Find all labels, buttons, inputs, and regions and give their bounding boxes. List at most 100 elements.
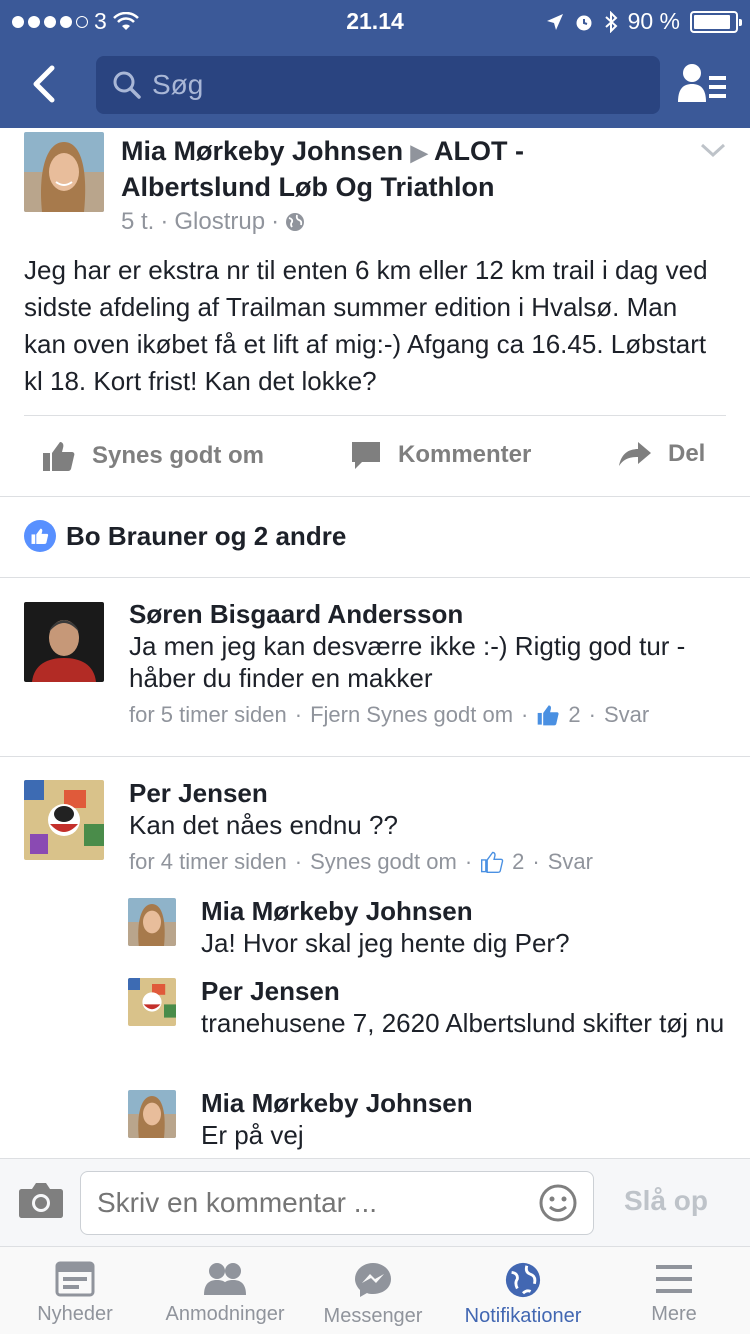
smiley-icon[interactable] <box>538 1183 578 1223</box>
tab-more[interactable]: Mere <box>624 1247 724 1335</box>
post-location[interactable]: Glostrup <box>174 208 265 236</box>
reply-text: Er på vej <box>201 1120 304 1150</box>
thumbs-up-icon <box>481 851 504 873</box>
search-input[interactable]: Søg <box>96 56 660 114</box>
reply-text: Ja! Hvor skal jeg hente dig Per? <box>201 928 570 958</box>
comment-like-count[interactable]: 2 <box>568 702 580 728</box>
news-feed-icon <box>55 1261 95 1297</box>
meta-separator: · <box>521 702 529 727</box>
author-avatar[interactable] <box>24 132 104 212</box>
likes-summary[interactable]: Bo Brauner og 2 andre <box>24 520 346 552</box>
search-icon <box>113 71 141 99</box>
battery-icon <box>690 10 742 33</box>
divider <box>0 496 750 497</box>
comment-like-link[interactable]: Synes godt om <box>310 849 457 875</box>
tab-bar: Nyheder Anmodninger Messenger Notifikati… <box>0 1246 750 1334</box>
globe-icon <box>505 1262 541 1298</box>
comment: Søren Bisgaard Andersson Ja men jeg kan … <box>129 598 726 728</box>
post-time[interactable]: 5 t. <box>121 208 154 236</box>
meta-separator: · <box>588 702 596 727</box>
back-icon[interactable] <box>22 60 70 108</box>
reply-name[interactable]: Mia Mørkeby Johnsen <box>201 895 726 927</box>
reply-avatar[interactable] <box>128 898 176 946</box>
like-button[interactable]: Synes godt om <box>42 440 264 472</box>
status-bar: 3 21.14 90 % <box>0 0 750 40</box>
comment-text: Kan det nåes endnu ?? <box>129 810 398 840</box>
camera-icon[interactable] <box>18 1179 64 1219</box>
comment: Per Jensen Kan det nåes endnu ?? for 4 t… <box>129 777 726 875</box>
tab-label: Mere <box>651 1303 697 1325</box>
thumbs-up-icon <box>538 705 559 726</box>
comment-label: Kommenter <box>398 441 532 468</box>
comment-reply-link[interactable]: Svar <box>604 702 649 728</box>
post-header: Mia Mørkeby Johnsen ▶ ALOT - Albertslund… <box>24 132 726 242</box>
comment-unlike-link[interactable]: Fjern Synes godt om <box>310 702 513 728</box>
comment-input[interactable] <box>80 1171 594 1235</box>
tab-label: Anmodninger <box>165 1303 285 1325</box>
meta-separator: · <box>160 208 169 235</box>
divider <box>0 577 750 578</box>
like-label: Synes godt om <box>92 442 265 469</box>
divider <box>24 415 726 416</box>
reply: Mia Mørkeby Johnsen Ja! Hvor skal jeg he… <box>201 895 726 959</box>
battery-label: 90 % <box>627 8 680 34</box>
comment-like-count[interactable]: 2 <box>512 849 524 875</box>
post-meta: 5 t. · Glostrup · <box>121 208 305 236</box>
tab-label: Messenger <box>323 1305 423 1327</box>
comment-meta: for 4 timer siden · Synes godt om · 2 · … <box>129 849 726 875</box>
commenter-name[interactable]: Per Jensen <box>129 777 726 809</box>
chevron-down-icon[interactable] <box>700 140 726 160</box>
post-title: Mia Mørkeby Johnsen ▶ ALOT - Albertslund… <box>121 134 641 204</box>
divider <box>0 756 750 757</box>
share-button[interactable]: Del <box>618 440 705 468</box>
tab-messenger[interactable]: Messenger <box>313 1247 433 1335</box>
messenger-icon <box>355 1263 391 1297</box>
meta-separator: · <box>464 849 473 874</box>
author-name[interactable]: Mia Mørkeby Johnsen <box>121 136 403 166</box>
meta-separator: · <box>294 702 303 727</box>
comment-reply-link[interactable]: Svar <box>548 849 593 875</box>
share-arrow-icon <box>619 442 651 466</box>
reply: Mia Mørkeby Johnsen Er på vej <box>201 1087 726 1151</box>
comment-button[interactable]: Kommenter <box>350 440 531 470</box>
friends-list-icon[interactable] <box>676 62 728 106</box>
comment-text: Ja men jeg kan desværre ikke :-) Rigtig … <box>129 631 686 693</box>
likes-summary-text: Bo Brauner og 2 andre <box>66 520 347 551</box>
comment-meta: for 5 timer siden · Fjern Synes godt om … <box>129 702 726 728</box>
reply-avatar[interactable] <box>128 978 176 1026</box>
comment-bubble-icon <box>352 442 380 469</box>
friend-requests-icon <box>204 1263 246 1295</box>
comment-time[interactable]: for 4 timer siden <box>129 849 287 875</box>
globe-icon <box>286 213 305 231</box>
tab-label: Nyheder <box>37 1303 113 1325</box>
post-actions: Synes godt om Kommenter Del <box>0 418 750 496</box>
arrow-right-icon: ▶ <box>410 140 428 165</box>
tab-label: Notifikationer <box>464 1305 582 1327</box>
status-right: 90 % <box>546 8 742 35</box>
meta-separator: · <box>532 849 540 874</box>
tab-news-feed[interactable]: Nyheder <box>20 1247 130 1335</box>
tab-notifications[interactable]: Notifikationer <box>450 1247 596 1335</box>
thumbs-up-icon <box>43 442 75 471</box>
comment-time[interactable]: for 5 timer siden <box>129 702 287 728</box>
share-label: Del <box>668 440 706 467</box>
meta-separator: · <box>271 208 280 235</box>
alarm-icon <box>576 15 592 30</box>
reply-name[interactable]: Per Jensen <box>201 975 726 1007</box>
comment-composer: Slå op <box>0 1158 750 1246</box>
reply: Per Jensen tranehusene 7, 2620 Albertslu… <box>201 975 726 1039</box>
commenter-avatar[interactable] <box>24 602 104 682</box>
post-comment-button[interactable]: Slå op <box>624 1185 708 1217</box>
like-badge-icon <box>24 520 56 552</box>
reply-text: tranehusene 7, 2620 Albertslund skifter … <box>201 1008 725 1038</box>
meta-separator: · <box>294 849 303 874</box>
location-arrow-icon <box>546 13 563 30</box>
tab-friend-requests[interactable]: Anmodninger <box>155 1247 295 1335</box>
menu-icon <box>656 1265 692 1293</box>
bluetooth-icon <box>604 10 618 33</box>
commenter-name[interactable]: Søren Bisgaard Andersson <box>129 598 726 630</box>
commenter-avatar[interactable] <box>24 780 104 860</box>
reply-name[interactable]: Mia Mørkeby Johnsen <box>201 1087 726 1119</box>
post-body: Jeg har er ekstra nr til enten 6 km elle… <box>24 255 708 396</box>
reply-avatar[interactable] <box>128 1090 176 1138</box>
